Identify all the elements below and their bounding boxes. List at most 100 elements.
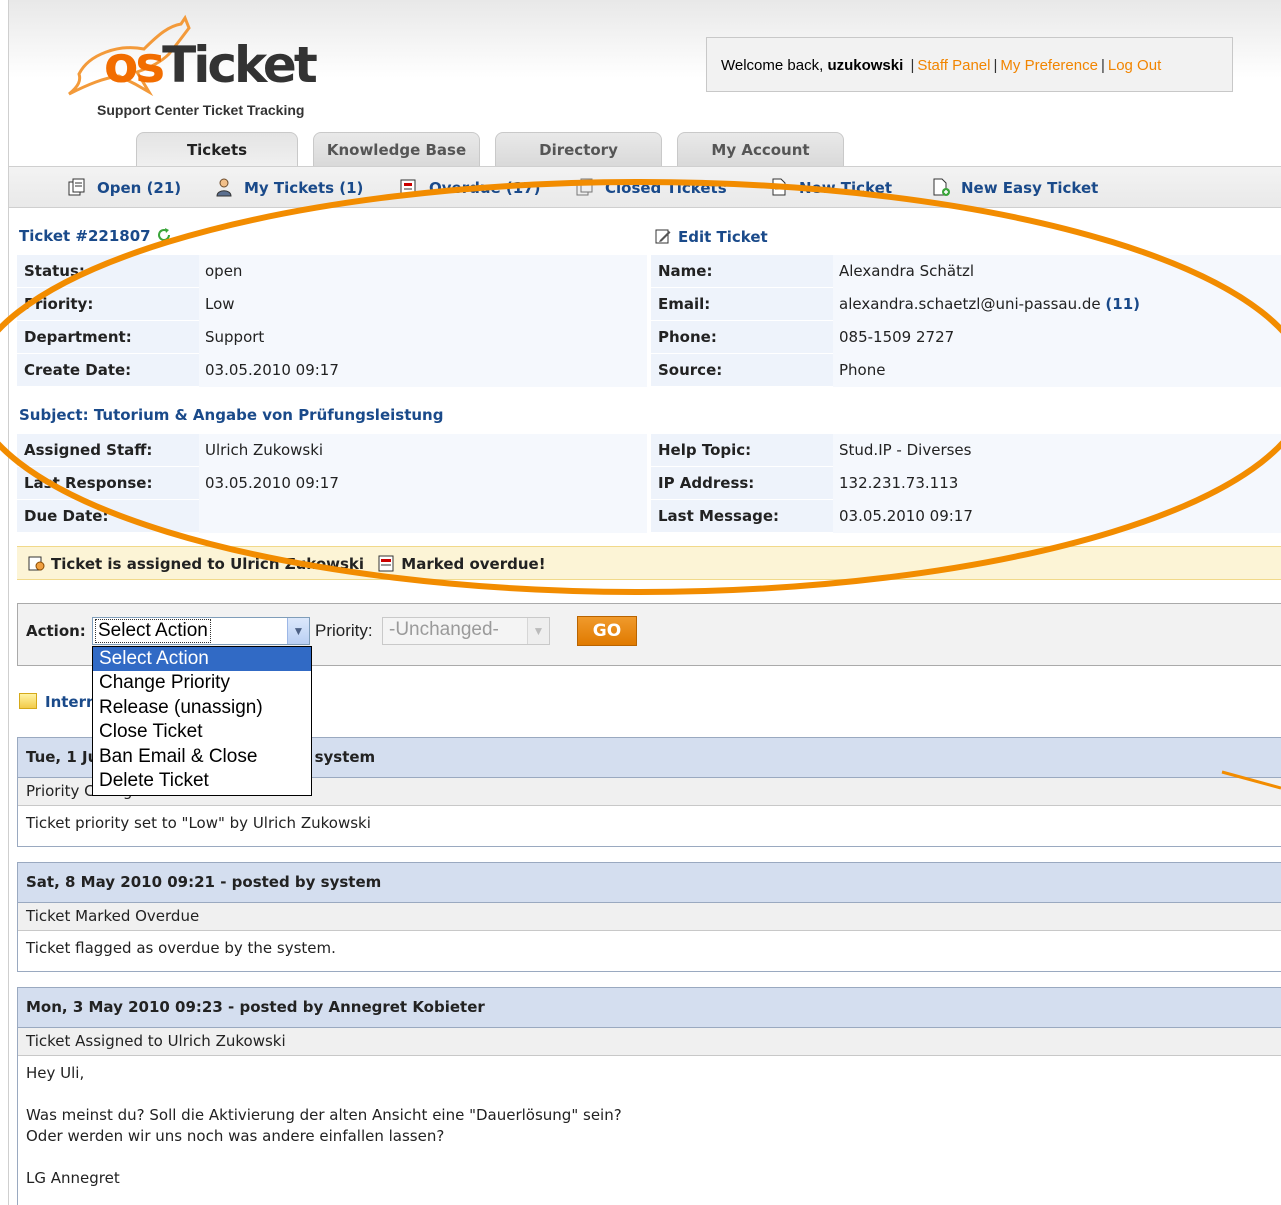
info-label: Name: [658, 262, 713, 280]
entry-body-line: Ticket flagged as overdue by the system. [26, 939, 336, 957]
info-value: Alexandra Schätzl [833, 255, 1281, 288]
ticket-number-label: Ticket #221807 [19, 227, 151, 245]
info-row-create-date: Create Date: 03.05.2010 09:17 [17, 354, 647, 387]
separator: | [1100, 57, 1105, 74]
info-value: Phone [833, 354, 1281, 387]
folder-icon [19, 693, 37, 709]
ticket-meta-table: Help Topic: Stud.IP - Diverses IP Address… [651, 434, 1281, 534]
welcome-box: Welcome back, uzukowski | Staff Panel | My … [706, 37, 1233, 92]
tab-knowledge-base[interactable]: Knowledge Base [313, 132, 480, 166]
thread-entry: Mon, 3 May 2010 09:23 - posted by Annegr… [17, 987, 1281, 1205]
info-label: Last Message: [658, 507, 779, 525]
logo-wordmark: osTicket [104, 40, 318, 90]
edit-ticket-link[interactable]: Edit Ticket [654, 227, 768, 246]
priority-select[interactable]: -Unchanged- ▼ [382, 617, 550, 645]
my-preference-link[interactable]: My Preference [1000, 57, 1098, 74]
action-select[interactable]: Select Action ▼ [92, 617, 310, 645]
entry-body-line: LG Annegret [26, 1169, 120, 1187]
subnav-open[interactable]: Open (21) [67, 177, 181, 199]
action-dropdown-list: Select Action Change Priority Release (u… [92, 646, 312, 796]
info-row-last-response: Last Response: 03.05.2010 09:17 [17, 467, 647, 500]
tab-directory[interactable]: Directory [495, 132, 662, 166]
subnav-new-easy-ticket[interactable]: New Easy Ticket [931, 177, 1098, 199]
tab-tickets[interactable]: Tickets [136, 132, 298, 167]
info-label: Last Response: [24, 474, 153, 492]
action-option[interactable]: Close Ticket [93, 720, 311, 744]
ticket-status-table: Status: open Priority: Low Department: Supp… [17, 255, 647, 388]
entry-body: Ticket priority set to "Low" by Ulrich Z… [18, 806, 1281, 834]
info-value: Ulrich Zukowski [199, 434, 647, 467]
entry-body-line [26, 1084, 1281, 1105]
info-label: Department: [24, 328, 132, 346]
action-option[interactable]: Select Action [93, 647, 311, 672]
logo[interactable]: osTicket Support Center Ticket Tracking [49, 14, 369, 118]
info-label: Status: [24, 262, 85, 280]
username: uzukowski [827, 57, 904, 74]
chevron-down-icon[interactable]: ▼ [527, 618, 549, 644]
entry-header: Sat, 8 May 2010 09:21 - posted by system [18, 863, 1281, 903]
info-row-phone: Phone: 085-1509 2727 [651, 321, 1281, 354]
subnav-closed-label: Closed Tickets [605, 179, 727, 197]
priority-select-value: -Unchanged- [389, 619, 499, 640]
action-option[interactable]: Release (unassign) [93, 696, 311, 720]
entry-title: Ticket Assigned to Ulrich Zukowski [18, 1028, 1281, 1056]
info-label: Priority: [24, 295, 94, 313]
ticket-subnav: Open (21) My Tickets (1) Overdue (17) Cl… [9, 166, 1281, 208]
info-value: 132.231.73.113 [833, 467, 1281, 500]
separator: | [910, 57, 915, 74]
info-value: 03.05.2010 09:17 [833, 500, 1281, 533]
subnav-new-ticket[interactable]: New Ticket [769, 177, 892, 199]
info-value [199, 500, 647, 533]
logo-ticket: Ticket [162, 36, 318, 94]
ticket-assignment-table: Assigned Staff: Ulrich Zukowski Last Resp… [17, 434, 647, 534]
ticket-number[interactable]: Ticket #221807 [19, 227, 172, 245]
subnav-overdue[interactable]: Overdue (17) [399, 177, 541, 199]
welcome-text: Welcome back, [721, 57, 824, 74]
info-value: 085-1509 2727 [833, 321, 1281, 354]
info-label: Email: [658, 295, 711, 313]
staff-panel-link[interactable]: Staff Panel [917, 57, 990, 74]
overdue-icon [400, 179, 416, 196]
new-ticket-icon [772, 178, 786, 196]
entry-body-line [26, 1147, 1281, 1168]
go-button[interactable]: GO [577, 616, 637, 646]
tab-my-account[interactable]: My Account [677, 132, 844, 166]
subnav-closed-tickets[interactable]: Closed Tickets [575, 177, 727, 199]
info-row-email: Email: alexandra.schaetzl@uni-passau.de (… [651, 288, 1281, 321]
info-value: open [199, 255, 647, 288]
subnav-overdue-label: Overdue (17) [429, 179, 541, 197]
action-option[interactable]: Ban Email & Close [93, 745, 311, 769]
action-option[interactable]: Change Priority [93, 671, 311, 695]
info-row-status: Status: open [17, 255, 647, 288]
entry-body: Ticket flagged as overdue by the system. [18, 931, 1281, 959]
overdue-flag-icon [378, 555, 394, 572]
info-row-department: Department: Support [17, 321, 647, 354]
logo-tagline: Support Center Ticket Tracking [97, 102, 305, 118]
edit-icon [655, 229, 671, 244]
ticket-notice-bar: Ticket is assigned to Ulrich Zukowski Ma… [17, 546, 1281, 580]
subnav-my-tickets[interactable]: My Tickets (1) [214, 177, 363, 199]
log-out-link[interactable]: Log Out [1108, 57, 1161, 74]
entry-header: Mon, 3 May 2010 09:23 - posted by Annegr… [18, 988, 1281, 1028]
subnav-open-label: Open (21) [97, 179, 182, 197]
info-value: 03.05.2010 09:17 [199, 467, 647, 500]
priority-label: Priority: [315, 621, 373, 640]
info-row-ip-address: IP Address: 132.231.73.113 [651, 467, 1281, 500]
email-ticket-count-link[interactable]: (11) [1105, 295, 1140, 313]
entry-body-line: Oder werden wir uns noch was andere einf… [26, 1127, 445, 1145]
info-row-priority: Priority: Low [17, 288, 647, 321]
info-label: Source: [658, 361, 723, 379]
assigned-icon [28, 556, 45, 571]
closed-tickets-icon [576, 178, 593, 196]
logo-os: os [104, 36, 165, 94]
chevron-down-icon[interactable]: ▼ [287, 618, 309, 644]
page: osTicket Support Center Ticket Tracking … [8, 0, 1281, 1205]
info-row-source: Source: Phone [651, 354, 1281, 387]
refresh-icon[interactable] [156, 227, 172, 243]
info-label: Assigned Staff: [24, 441, 153, 459]
action-option[interactable]: Delete Ticket [93, 769, 311, 793]
info-row-name: Name: Alexandra Schätzl [651, 255, 1281, 288]
action-select-value: Select Action [95, 619, 211, 643]
header: osTicket Support Center Ticket Tracking … [9, 0, 1281, 130]
info-row-last-message: Last Message: 03.05.2010 09:17 [651, 500, 1281, 533]
